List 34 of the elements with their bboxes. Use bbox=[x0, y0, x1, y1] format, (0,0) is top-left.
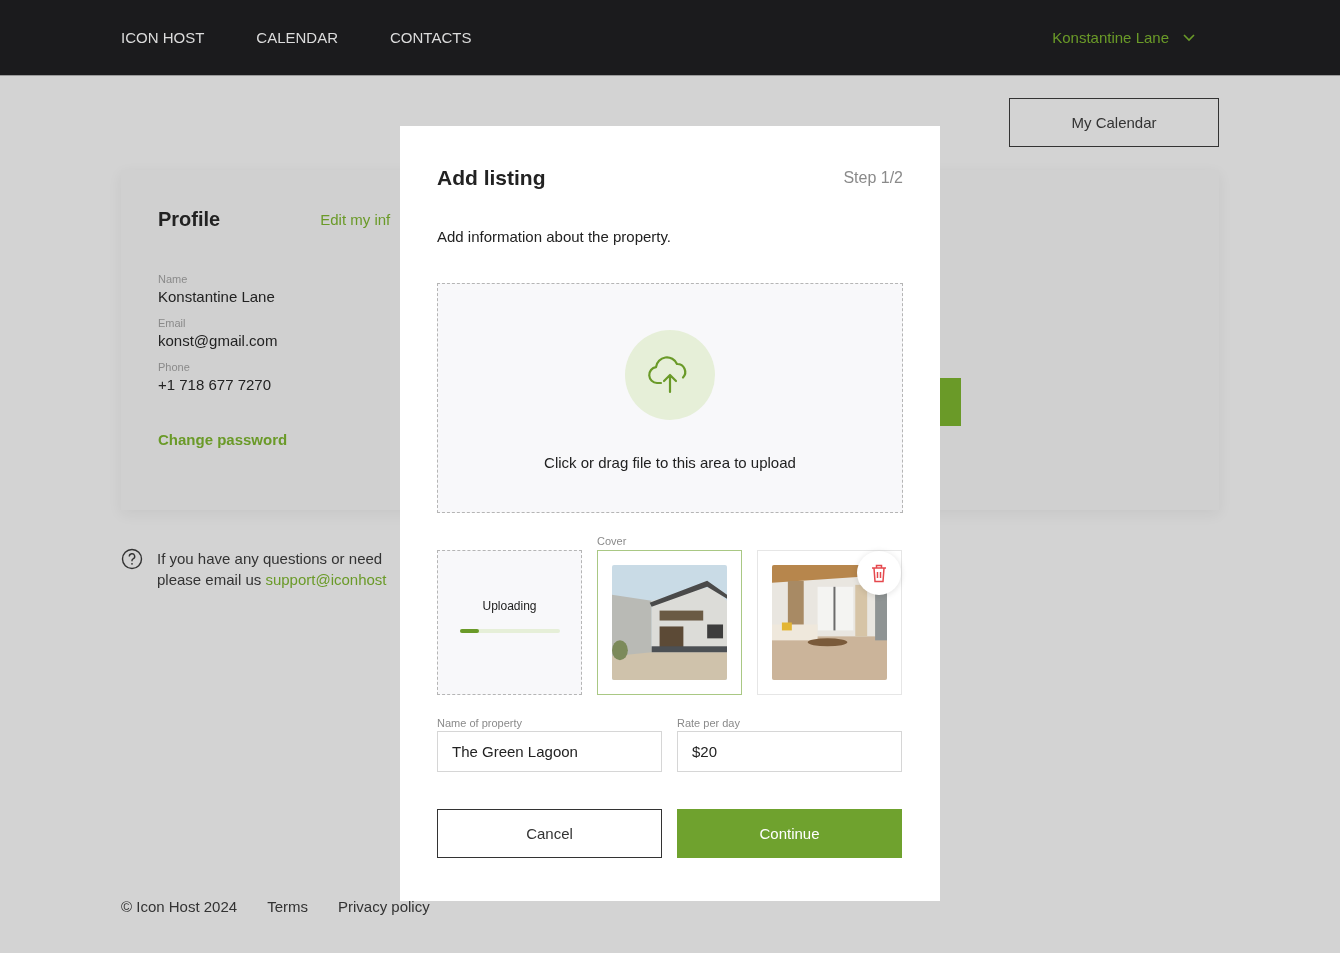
dialog-title: Add listing bbox=[437, 166, 546, 190]
cancel-button[interactable]: Cancel bbox=[437, 809, 662, 858]
thumbnail-caption: Cover bbox=[597, 535, 627, 547]
nav-link[interactable]: ICON HOST bbox=[121, 29, 205, 46]
field-label: Name of property bbox=[437, 717, 523, 729]
image-tile[interactable] bbox=[597, 550, 742, 695]
caret-icon bbox=[1183, 33, 1195, 42]
field-value: +1 718 677 7270 bbox=[158, 376, 273, 393]
delete-button[interactable] bbox=[857, 551, 901, 595]
my-calendar-button[interactable]: My Calendar bbox=[1009, 98, 1219, 147]
footer-link[interactable]: Terms bbox=[267, 898, 308, 915]
field-value: Konstantine Lane bbox=[158, 288, 276, 305]
trash-icon bbox=[871, 563, 887, 583]
cloud-upload-icon bbox=[625, 330, 715, 420]
upload-hint: Click or drag file to this area to upload bbox=[544, 454, 796, 471]
field-label: Name bbox=[158, 273, 189, 285]
footer-link[interactable]: Privacy policy bbox=[337, 898, 430, 915]
copyright: © Icon Host 2024 bbox=[121, 898, 238, 915]
profile-title: Profile bbox=[158, 208, 221, 231]
dialog-description: Add information about the property. bbox=[437, 228, 673, 245]
field-label: Email bbox=[158, 317, 187, 329]
field-label: Phone bbox=[158, 361, 191, 373]
help-icon bbox=[121, 548, 143, 570]
help-text: If you have any questions or need please email us support@iconhost bbox=[157, 549, 387, 590]
upload-area[interactable]: Click or drag file to this area to upload bbox=[437, 283, 903, 513]
field-label: Rate per day bbox=[677, 717, 741, 729]
step-indicator: Step 1/2 bbox=[843, 169, 903, 187]
input-field[interactable]: $20 bbox=[677, 731, 902, 772]
input-field[interactable]: The Green Lagoon bbox=[437, 731, 662, 772]
user-menu[interactable]: Konstantine Lane bbox=[1052, 29, 1195, 46]
upload-status: Uploading bbox=[482, 599, 537, 613]
nav-link[interactable]: CALENDAR bbox=[256, 29, 339, 46]
field-value: konst@gmail.com bbox=[158, 332, 279, 349]
nav-link[interactable]: CONTACTS bbox=[390, 29, 472, 46]
